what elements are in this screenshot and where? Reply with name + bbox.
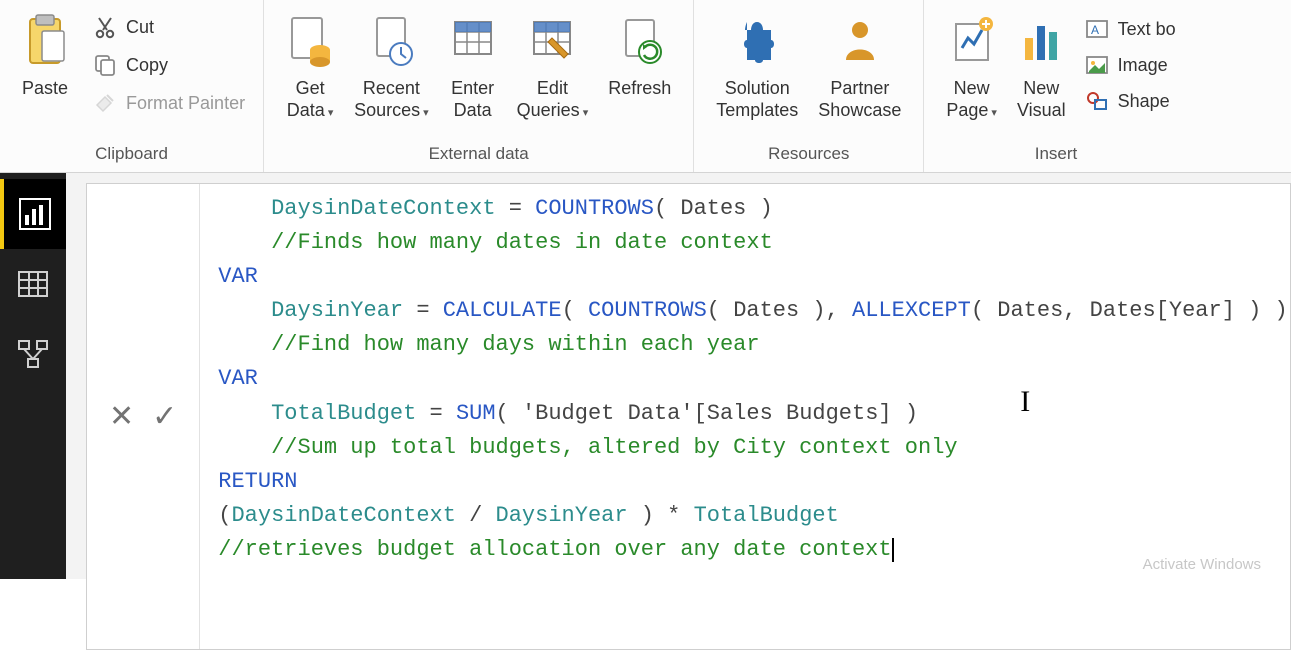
- copy-button[interactable]: Copy: [86, 50, 251, 80]
- solution-templates-button[interactable]: Solution Templates: [706, 6, 808, 125]
- edit-queries-button[interactable]: Edit Queries▾: [507, 6, 599, 125]
- enter-data-button[interactable]: Enter Data: [439, 6, 507, 125]
- shapes-button[interactable]: Shape: [1084, 88, 1176, 114]
- enter-data-label: Enter Data: [451, 78, 494, 120]
- new-page-icon: [948, 10, 996, 74]
- solution-templates-label: Solution Templates: [716, 78, 798, 120]
- content: Com ✕ ✓ DaysinDateContext = COUNTROWS( D…: [66, 173, 1291, 579]
- group-title-resources: Resources: [706, 138, 911, 172]
- recent-sources-icon: [367, 10, 415, 74]
- get-data-label: Get Data: [287, 78, 325, 120]
- paste-label: Paste: [22, 78, 68, 98]
- text-box-label: Text bo: [1118, 19, 1176, 40]
- text-cursor: [892, 538, 894, 562]
- formula-cancel-button[interactable]: ✕: [109, 399, 134, 434]
- ribbon-group-insert: New Page▾ New Visual A Text bo: [924, 0, 1187, 172]
- cut-label: Cut: [126, 17, 154, 38]
- ribbon-group-resources: Solution Templates Partner Showcase Reso…: [694, 0, 924, 172]
- group-title-external-data: External data: [276, 138, 681, 172]
- image-button[interactable]: Image: [1084, 52, 1176, 78]
- mouse-text-cursor-icon: I: [1020, 379, 1030, 426]
- format-painter-label: Format Painter: [126, 93, 245, 114]
- nav-rail: [0, 173, 66, 579]
- new-page-label: New Page: [946, 78, 989, 120]
- refresh-icon: [616, 10, 664, 74]
- ribbon-group-external-data: Get Data▾ Recent Sources▾ Enter Data Edi…: [264, 0, 694, 172]
- recent-sources-label: Recent Sources: [354, 78, 420, 120]
- formula-editor[interactable]: DaysinDateContext = COUNTROWS( Dates ) /…: [200, 184, 1290, 649]
- group-title-clipboard: Clipboard: [12, 138, 251, 172]
- new-page-button[interactable]: New Page▾: [936, 6, 1007, 125]
- new-visual-button[interactable]: New Visual: [1007, 6, 1076, 125]
- nav-report-view[interactable]: [0, 179, 66, 249]
- ribbon: Paste Cut Copy: [0, 0, 1291, 173]
- solution-templates-icon: [733, 10, 781, 74]
- partner-showcase-icon: [836, 10, 884, 74]
- refresh-label: Refresh: [608, 78, 671, 98]
- enter-data-icon: [449, 10, 497, 74]
- activate-windows-watermark: Activate Windows: [1143, 556, 1261, 573]
- edit-queries-icon: [528, 10, 576, 74]
- new-visual-icon: [1017, 10, 1065, 74]
- image-icon: [1084, 52, 1110, 78]
- partner-showcase-button[interactable]: Partner Showcase: [808, 6, 911, 125]
- edit-queries-label: Edit Queries: [517, 78, 580, 120]
- text-box-icon: A: [1084, 16, 1110, 42]
- svg-text:A: A: [1091, 23, 1099, 37]
- image-label: Image: [1118, 55, 1168, 76]
- shapes-icon: [1084, 88, 1110, 114]
- partner-showcase-label: Partner Showcase: [818, 78, 901, 120]
- copy-label: Copy: [126, 55, 168, 76]
- get-data-button[interactable]: Get Data▾: [276, 6, 344, 125]
- cut-button[interactable]: Cut: [86, 12, 251, 42]
- cut-icon: [92, 14, 118, 40]
- shapes-label: Shape: [1118, 91, 1170, 112]
- copy-icon: [92, 52, 118, 78]
- main-area: Com ✕ ✓ DaysinDateContext = COUNTROWS( D…: [0, 173, 1291, 579]
- format-painter-icon: [92, 90, 118, 116]
- format-painter-button[interactable]: Format Painter: [86, 88, 251, 118]
- paste-button[interactable]: Paste: [12, 6, 78, 104]
- text-box-button[interactable]: A Text bo: [1084, 16, 1176, 42]
- nav-data-view[interactable]: [0, 249, 66, 319]
- nav-model-view[interactable]: [0, 319, 66, 389]
- refresh-button[interactable]: Refresh: [598, 6, 681, 104]
- new-visual-label: New Visual: [1017, 78, 1066, 120]
- group-title-insert: Insert: [936, 138, 1175, 172]
- formula-commit-button[interactable]: ✓: [152, 399, 177, 434]
- ribbon-group-clipboard: Paste Cut Copy: [0, 0, 264, 172]
- formula-bar: ✕ ✓ DaysinDateContext = COUNTROWS( Dates…: [86, 183, 1291, 650]
- get-data-icon: [286, 10, 334, 74]
- paste-icon: [22, 10, 68, 74]
- recent-sources-button[interactable]: Recent Sources▾: [344, 6, 439, 125]
